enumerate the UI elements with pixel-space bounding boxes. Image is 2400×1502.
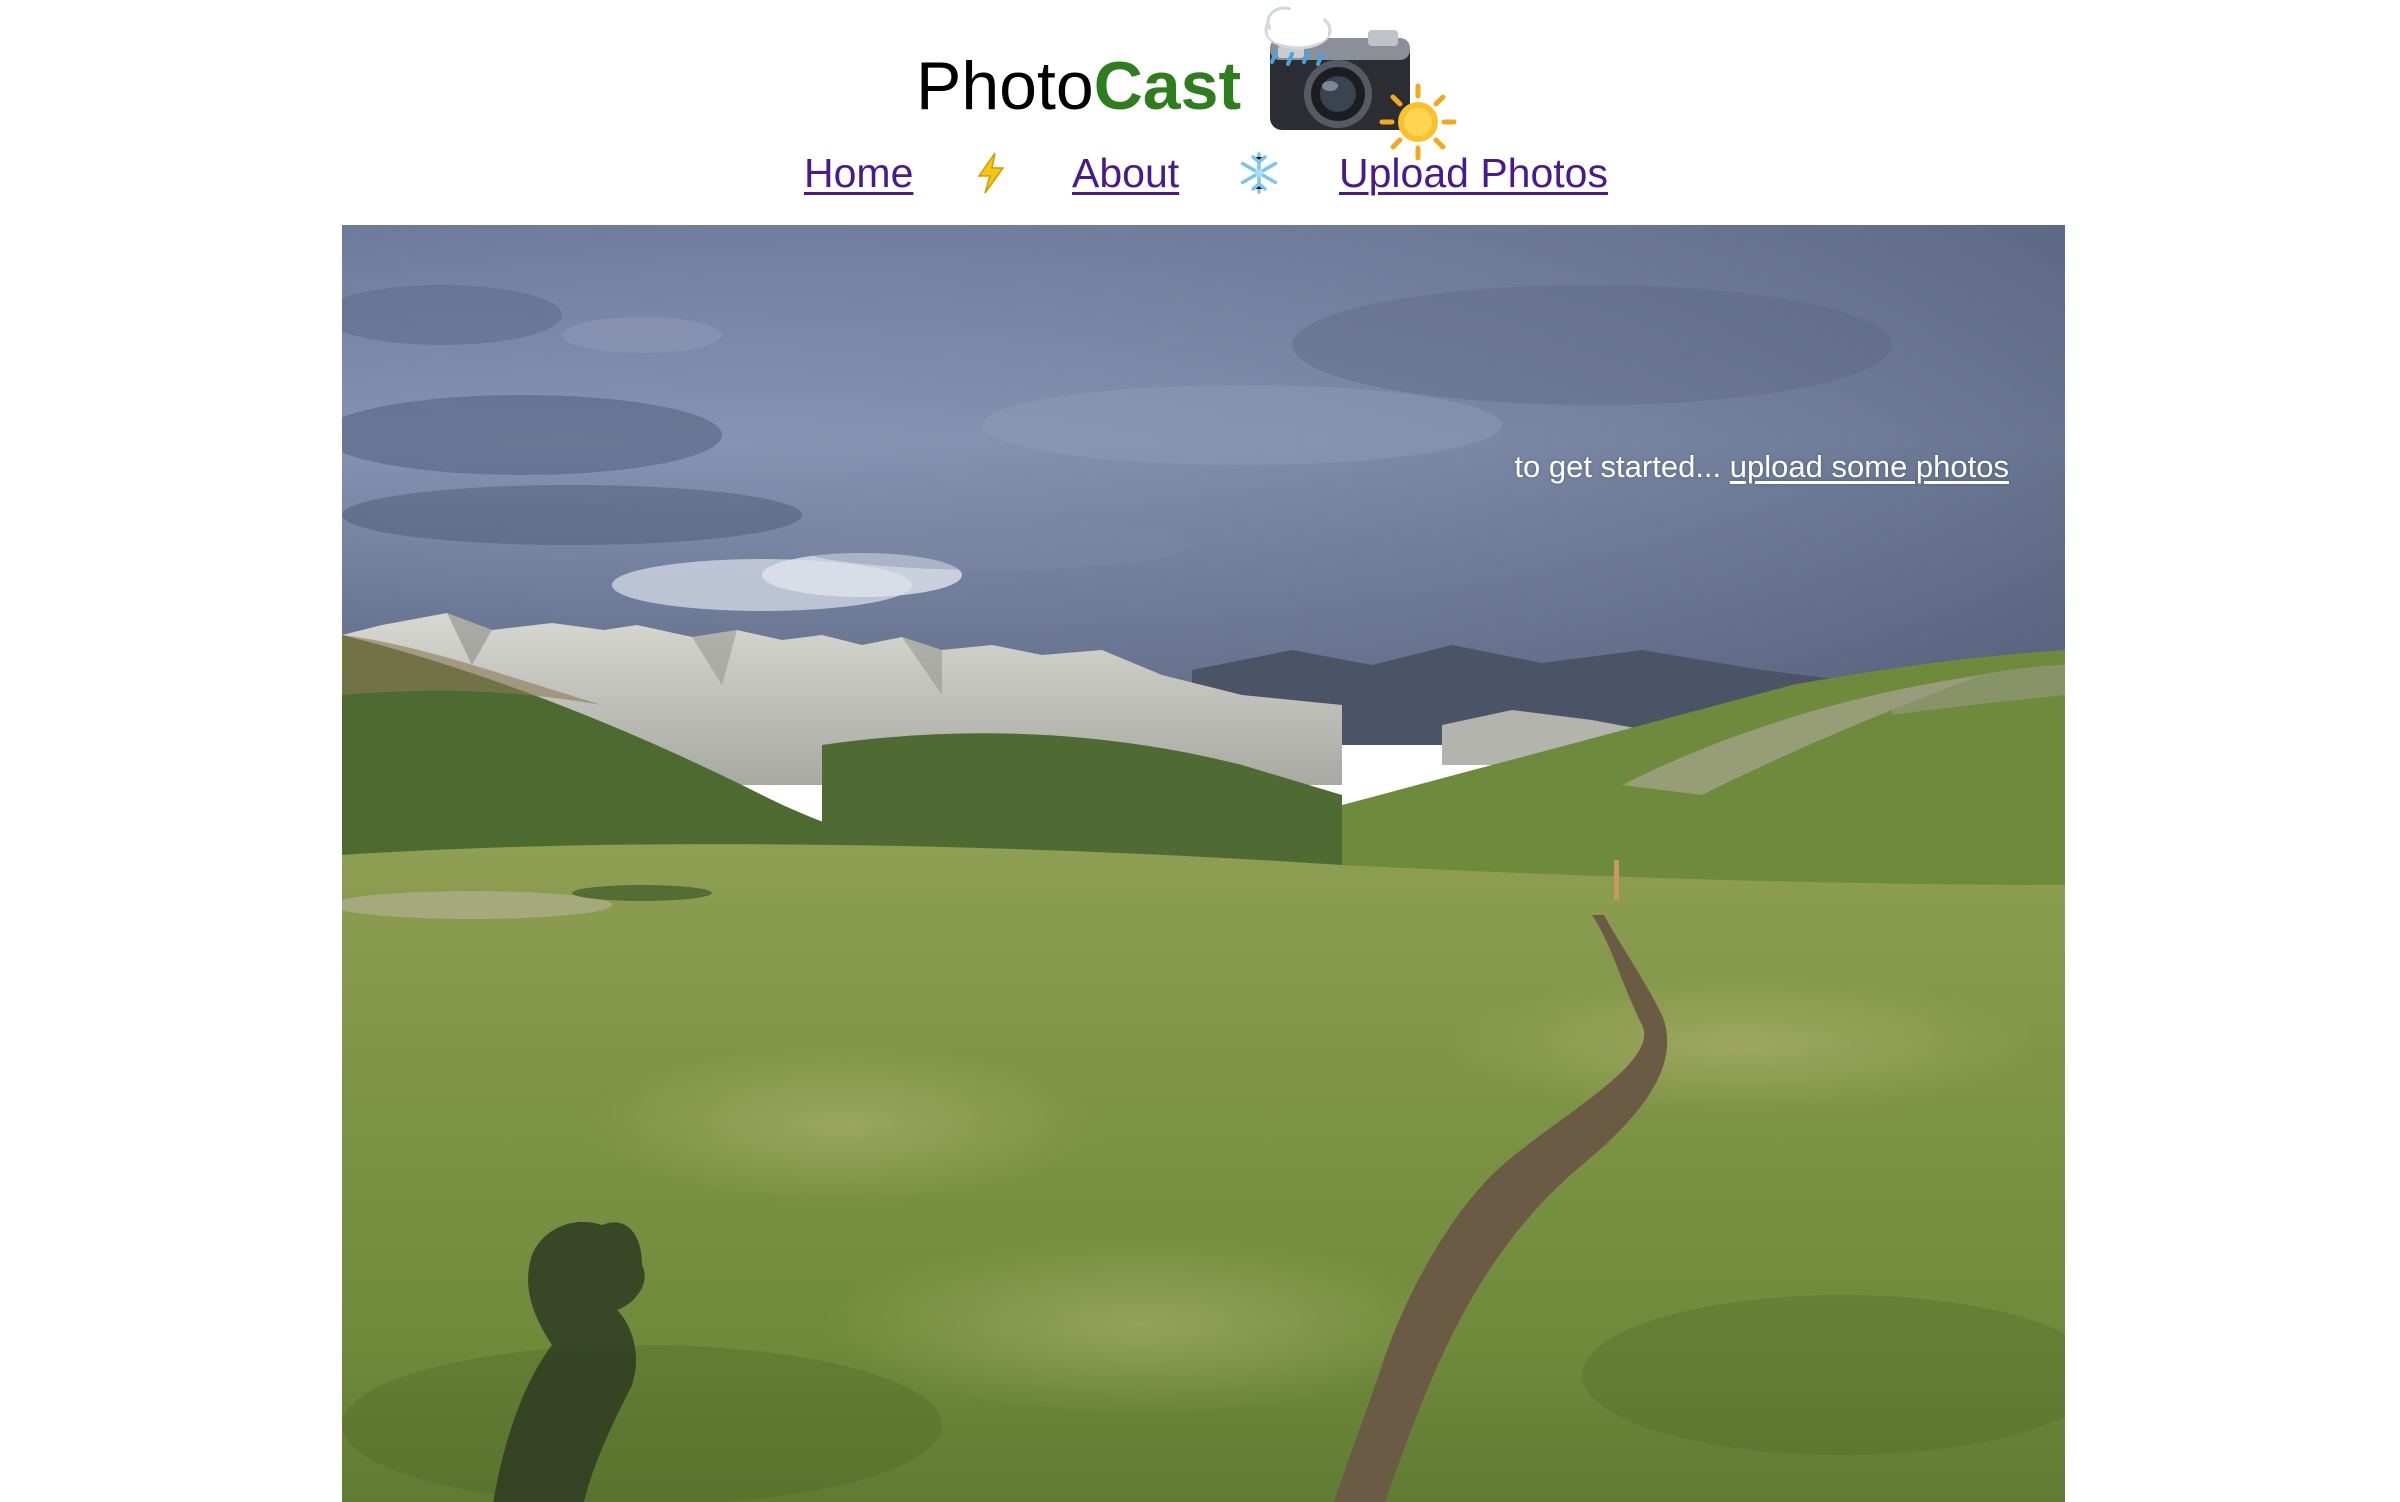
get-started-message: to get started... upload some photos (1514, 447, 2009, 487)
nav-link-about[interactable]: About (1072, 148, 1179, 198)
main-nav: Home About Upload Photos (0, 140, 2400, 206)
hero-banner: to get started... upload some photos (342, 225, 2065, 1502)
nav-link-upload-photos[interactable]: Upload Photos (1339, 148, 1608, 198)
lightning-icon (977, 152, 1005, 194)
camera-with-weather-icon (1264, 2, 1457, 160)
site-header: PhotoCast (0, 0, 2400, 160)
logo-text-cast: Cast (1093, 48, 1242, 124)
mountain-meadow-photo (342, 225, 2065, 1502)
logo-text-photo: Photo (916, 48, 1094, 124)
nav-link-home[interactable]: Home (804, 148, 913, 198)
snowflake-icon (1240, 152, 1278, 194)
get-started-prefix: to get started... (1514, 449, 1722, 484)
site-logo-text[interactable]: PhotoCast (916, 44, 1241, 128)
upload-photos-link[interactable]: upload some photos (1730, 449, 2009, 484)
page: PhotoCast Home About Upload Photos to ge… (0, 0, 2400, 1502)
